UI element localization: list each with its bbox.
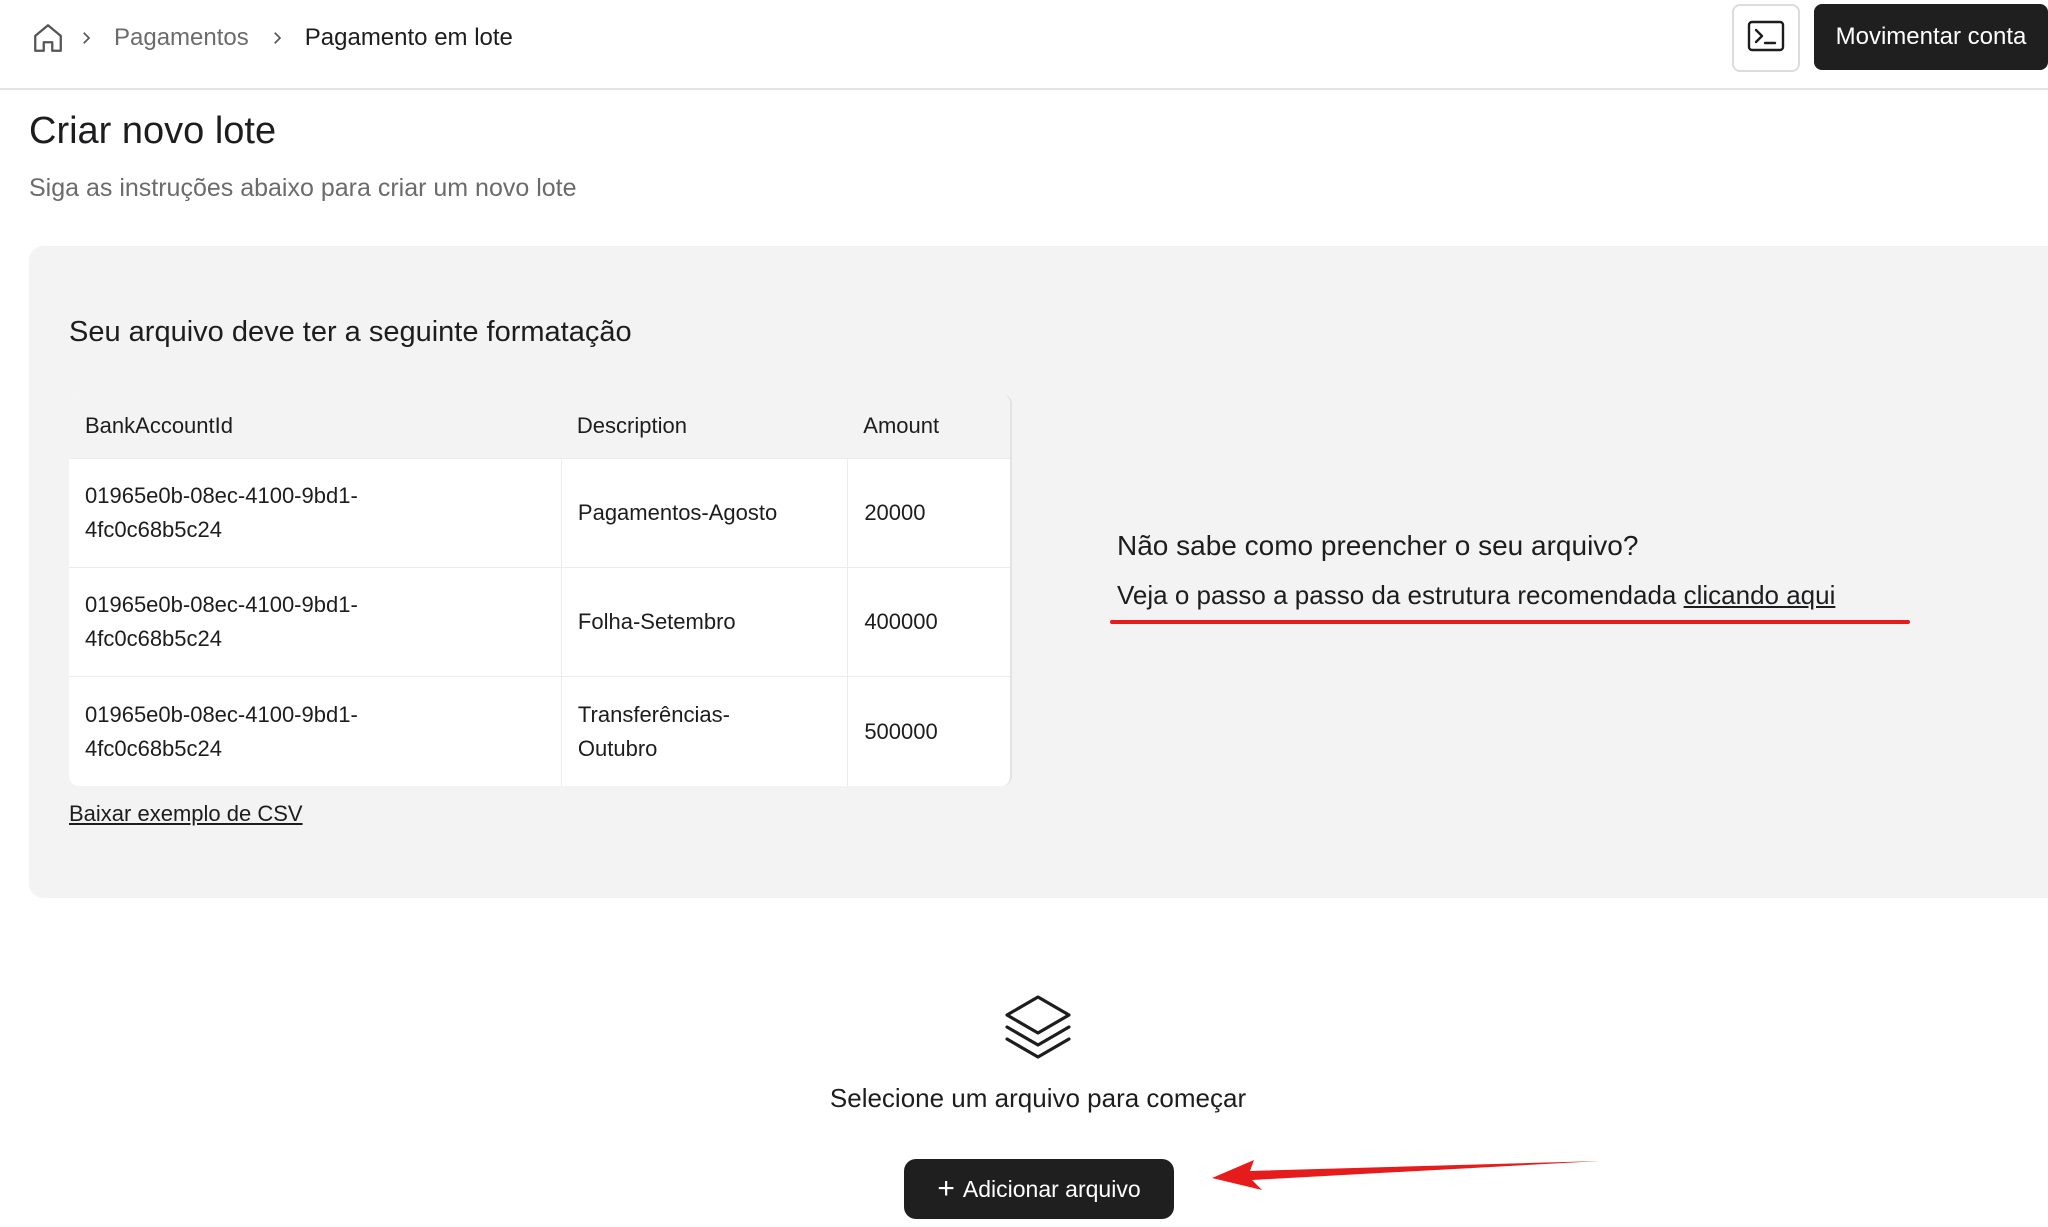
- column-header: Description: [576, 413, 687, 438]
- plus-icon: +: [937, 1172, 955, 1205]
- chevron-right-icon: [257, 20, 297, 56]
- help-link[interactable]: clicando aqui: [1684, 580, 1836, 610]
- page-title: Criar novo lote: [29, 110, 277, 152]
- column-header: Amount: [863, 413, 940, 438]
- layers-icon: [1003, 993, 1073, 1063]
- move-account-button[interactable]: Movimentar conta: [1814, 4, 2048, 70]
- breadcrumb-pagamentos[interactable]: Pagamentos: [106, 24, 257, 52]
- table-cell: Folha-Setembro: [560, 568, 847, 676]
- breadcrumb-current: Pagamento em lote: [304, 24, 513, 51]
- terminal-button[interactable]: [1732, 4, 1800, 72]
- table-header-row: BankAccountId Description Amount: [69, 394, 1010, 459]
- table-cell: 20000: [847, 459, 1010, 567]
- format-table: BankAccountId Description Amount 01965e0…: [69, 394, 1012, 786]
- table-row: 01965e0b-08ec-4100-9bd1-4fc0c68b5c24 Tra…: [69, 677, 1010, 786]
- home-icon[interactable]: [30, 20, 66, 56]
- help-title: Não sabe como preencher o seu arquivo?: [1117, 530, 1639, 561]
- cell-text: 01965e0b-08ec-4100-9bd1-4fc0c68b5c24: [85, 701, 358, 761]
- table-cell: 01965e0b-08ec-4100-9bd1-4fc0c68b5c24: [69, 459, 561, 567]
- table-cell: 500000: [847, 677, 1010, 786]
- upload-prompt: Selecione um arquivo para começar: [829, 1083, 1247, 1113]
- table-row: 01965e0b-08ec-4100-9bd1-4fc0c68b5c24 Pag…: [69, 459, 1010, 568]
- column-header: BankAccountId: [85, 413, 233, 438]
- top-bar: Pagamentos Pagamento em lote Movimentar …: [0, 0, 2048, 90]
- table-row: 01965e0b-08ec-4100-9bd1-4fc0c68b5c24 Fol…: [69, 568, 1010, 677]
- download-csv-link[interactable]: Baixar exemplo de CSV: [69, 801, 303, 827]
- table-cell: Pagamentos-Agosto: [560, 459, 847, 567]
- breadcrumb: Pagamentos Pagamento em lote: [30, 18, 521, 58]
- add-file-label: Adicionar arquivo: [962, 1175, 1141, 1202]
- format-card: Seu arquivo deve ter a seguinte formataç…: [29, 246, 2048, 898]
- help-text: Veja o passo a passo da estrutura recome…: [1117, 580, 1835, 611]
- cell-text: 01965e0b-08ec-4100-9bd1-4fc0c68b5c24: [85, 483, 358, 542]
- chevron-right-icon: [66, 20, 106, 56]
- page-subtitle: Siga as instruções abaixo para criar um …: [29, 174, 577, 202]
- add-file-button[interactable]: + Adicionar arquivo: [904, 1159, 1174, 1219]
- cell-text: Transferências-Outubro: [577, 701, 730, 761]
- cell-text: 01965e0b-08ec-4100-9bd1-4fc0c68b5c24: [85, 592, 358, 651]
- table-cell: 01965e0b-08ec-4100-9bd1-4fc0c68b5c24: [69, 568, 561, 676]
- annotation-arrow: [1212, 1160, 1600, 1190]
- terminal-icon: [1747, 20, 1785, 57]
- help-text-body: Veja o passo a passo da estrutura recome…: [1117, 580, 1684, 610]
- format-card-title: Seu arquivo deve ter a seguinte formataç…: [69, 316, 632, 348]
- table-cell: Transferências-Outubro: [560, 677, 847, 786]
- table-cell: 01965e0b-08ec-4100-9bd1-4fc0c68b5c24: [69, 677, 561, 786]
- table-cell: 400000: [847, 568, 1010, 676]
- annotation-underline: [1110, 620, 1910, 624]
